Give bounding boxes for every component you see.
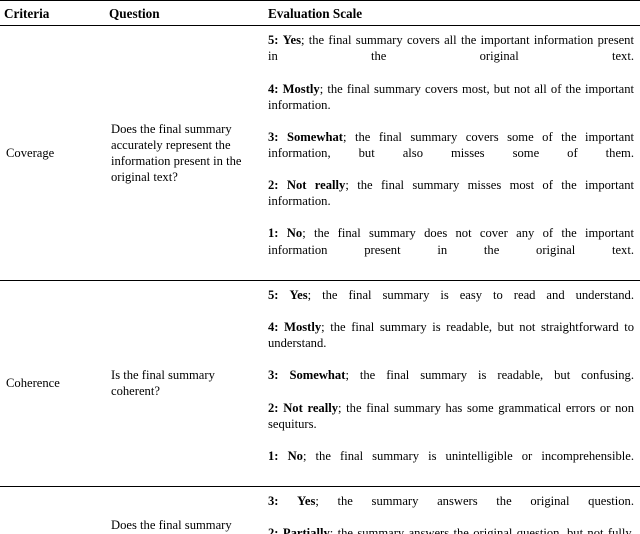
scale-option-description: ; the final summary covers all the impor… xyxy=(268,33,634,64)
scale-option-label: Not really xyxy=(286,178,346,193)
scale-option-number: 3: xyxy=(268,129,279,144)
scale-option: 2: Partially; the summary answers the or… xyxy=(268,525,634,534)
scale-option-number: 4: xyxy=(268,320,279,335)
table-row: Coverage Does the final summary accuratel… xyxy=(0,25,640,281)
scale-option: 4: Mostly; the final summary covers most… xyxy=(268,81,634,129)
scale-option-number: 5: xyxy=(268,287,279,302)
scale-option-number: 1: xyxy=(268,226,279,241)
question-cell: Does the final summary accurately repres… xyxy=(105,25,262,281)
scale-option-label: Mostly xyxy=(282,81,320,96)
question-cell: Is the final summary coherent? xyxy=(105,280,262,488)
scale-option: 5: Yes; the final summary is easy to rea… xyxy=(268,287,634,319)
scale-option: 1: No; the final summary does not cover … xyxy=(268,225,634,273)
scale-option-description: ; the final summary does not cover any o… xyxy=(268,226,634,257)
scale-option: 1: No; the final summary is unintelligib… xyxy=(268,448,634,480)
table-row: Coherence Is the final summary coherent? 5… xyxy=(0,280,640,488)
scale-option-label: Partially xyxy=(282,526,330,534)
scale-option-description: ; the final summary is easy to read and … xyxy=(307,287,634,302)
scale-option-number: 3: xyxy=(268,494,279,509)
scale-option-label: No xyxy=(287,448,303,463)
scale-option-label: Somewhat xyxy=(287,129,343,144)
scale-option-label: No xyxy=(286,226,303,241)
scale-option-number: 2: xyxy=(268,178,279,193)
scale-option-number: 5: xyxy=(268,33,279,48)
scale-option: 5: Yes; the final summary covers all the… xyxy=(268,32,634,80)
scale-option-number: 4: xyxy=(268,81,279,96)
table-row: Relevance Does the final summary answer t… xyxy=(0,486,640,534)
criteria-cell: Coherence xyxy=(0,280,105,488)
scale-option: 4: Mostly; the final summary is readable… xyxy=(268,319,634,367)
scale-option: 2: Not really; the final summary misses … xyxy=(268,177,634,225)
criteria-cell: Relevance xyxy=(0,486,105,534)
question-cell: Does the final summary answer the origin… xyxy=(105,486,262,534)
scale-option-label: Mostly xyxy=(284,320,322,335)
scale-option-label: Yes xyxy=(289,287,308,302)
question-text: Is the final summary coherent? xyxy=(111,368,215,399)
criteria-cell: Coverage xyxy=(0,25,105,281)
column-header-evaluation-scale: Evaluation Scale xyxy=(262,0,640,27)
scale-option-number: 3: xyxy=(268,368,279,383)
scale-option-label: Not really xyxy=(283,400,338,415)
scale-option-label: Somewhat xyxy=(289,368,346,383)
scale-option-label: Yes xyxy=(282,33,301,48)
table-body: Coverage Does the final summary accuratel… xyxy=(0,25,640,534)
scale-option-number: 2: xyxy=(268,526,279,534)
scale-option-number: 2: xyxy=(268,400,279,415)
scale-option-description: ; the final summary is readable, but not… xyxy=(268,320,634,351)
column-header-question: Question xyxy=(105,0,262,27)
question-text: Does the final summary answer the origin… xyxy=(111,518,232,533)
evaluation-scale-cell: 5: Yes; the final summary covers all the… xyxy=(262,25,640,281)
scale-option: 3: Somewhat; the final summary is readab… xyxy=(268,367,634,399)
scale-option-description: ; the final summary covers most, but not… xyxy=(268,81,634,112)
scale-option: 2: Not really; the final summary has som… xyxy=(268,400,634,448)
table-header-row: Criteria Question Evaluation Scale xyxy=(0,0,640,27)
scale-option-description: ; the final summary is unintelligible or… xyxy=(302,448,634,463)
evaluation-criteria-table: Criteria Question Evaluation Scale Cover… xyxy=(0,0,640,534)
scale-option: 3: Somewhat; the final summary covers so… xyxy=(268,129,634,177)
scale-option-description: ; the summary answers the original quest… xyxy=(315,494,634,509)
table-figure-page: Criteria Question Evaluation Scale Cover… xyxy=(0,0,640,534)
question-text: Does the final summary accurately repres… xyxy=(111,121,242,185)
scale-option-description: ; the summary answers the original quest… xyxy=(329,526,635,534)
table-header: Criteria Question Evaluation Scale xyxy=(0,0,640,27)
scale-option-label: Yes xyxy=(297,494,316,509)
scale-option-number: 1: xyxy=(268,448,279,463)
evaluation-scale-cell: 5: Yes; the final summary is easy to rea… xyxy=(262,280,640,488)
scale-option: 3: Yes; the summary answers the original… xyxy=(268,493,634,525)
column-header-criteria: Criteria xyxy=(0,0,105,27)
scale-option-description: ; the final summary is readable, but con… xyxy=(345,368,634,383)
evaluation-scale-cell: 3: Yes; the summary answers the original… xyxy=(262,486,640,534)
